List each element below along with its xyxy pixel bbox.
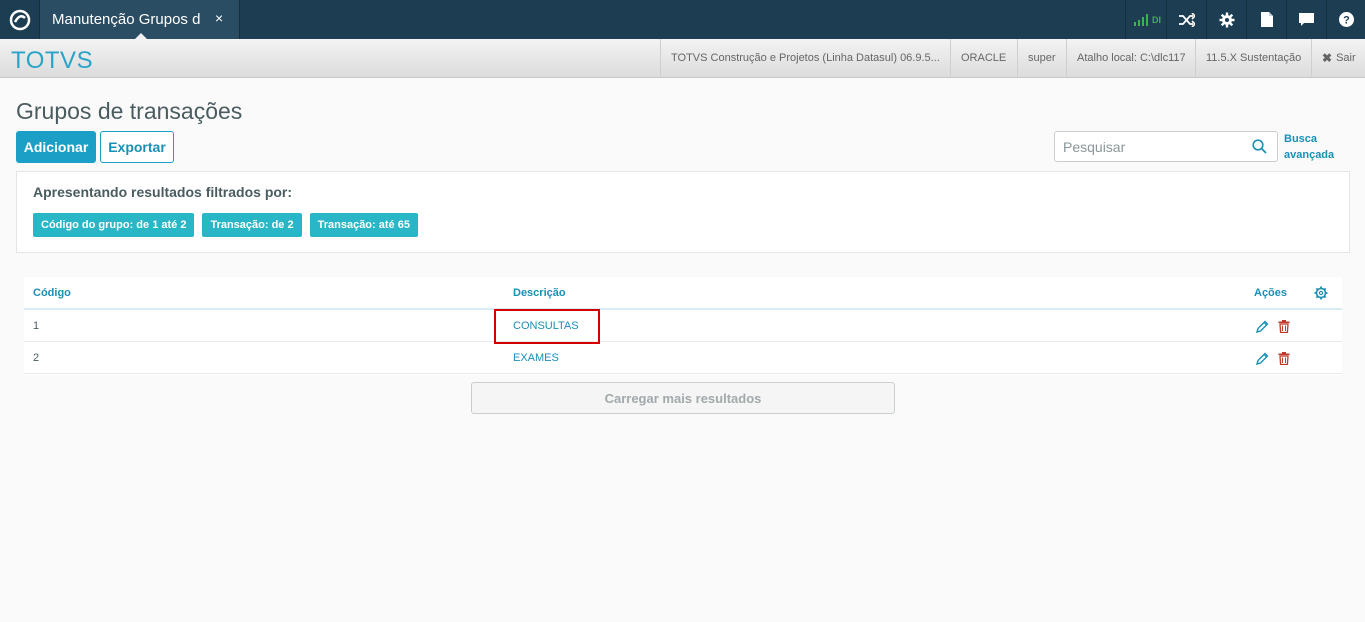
tab-manutencao-grupos[interactable]: Manutenção Grupos d × — [39, 0, 240, 40]
top-navigation-bar: Manutenção Grupos d × DI ? — [0, 0, 1365, 40]
filter-panel: Apresentando resultados filtrados por: C… — [16, 171, 1350, 253]
table-row[interactable]: 2 EXAMES — [24, 342, 1342, 374]
exit-button[interactable]: ✖ Sair — [1311, 39, 1365, 77]
help-icon[interactable]: ? — [1326, 0, 1365, 39]
totvs-logo-icon[interactable] — [0, 0, 39, 39]
delete-trash-icon[interactable] — [1276, 318, 1292, 334]
delete-trash-icon[interactable] — [1276, 350, 1292, 366]
connection-status[interactable]: DI — [1125, 0, 1169, 39]
highlight-box — [494, 309, 600, 344]
column-header-code[interactable]: Código — [33, 287, 71, 299]
brand-logo: TOTVS — [11, 47, 94, 74]
column-settings-gear-icon[interactable] — [1314, 286, 1328, 305]
close-icon: ✖ — [1322, 51, 1333, 65]
advanced-search-line2: avançada — [1284, 149, 1335, 161]
filter-chip[interactable]: Código do grupo: de 1 até 2 — [33, 213, 195, 237]
database-info: ORACLE — [950, 39, 1017, 77]
page-title: Grupos de transações — [16, 98, 243, 124]
svg-text:?: ? — [1343, 15, 1350, 27]
column-header-actions: Ações — [1254, 287, 1288, 299]
tab-close-icon[interactable]: × — [215, 10, 223, 26]
search-icon[interactable] — [1252, 139, 1267, 159]
version-info: 11.5.X Sustentação — [1195, 39, 1311, 77]
cell-code: 2 — [33, 352, 40, 364]
document-icon[interactable] — [1246, 0, 1286, 39]
filter-chips: Código do grupo: de 1 até 2 Transação: d… — [33, 213, 418, 237]
shuffle-icon[interactable] — [1166, 0, 1206, 39]
cell-code: 1 — [33, 320, 40, 332]
advanced-search-link[interactable]: Busca avançada — [1284, 131, 1344, 163]
user-info: super — [1017, 39, 1066, 77]
table-row[interactable]: 1 CONSULTAS — [24, 310, 1342, 342]
edit-pencil-icon[interactable] — [1254, 318, 1270, 334]
filter-chip[interactable]: Transação: de 2 — [202, 213, 302, 237]
results-table: Código Descrição Ações 1 CONSULTAS 2 EXA… — [24, 277, 1342, 375]
info-bar: TOTVS TOTVS Construção e Projetos (Linha… — [0, 39, 1365, 78]
export-button[interactable]: Exportar — [100, 131, 174, 163]
advanced-search-line1: Busca — [1284, 133, 1318, 145]
filter-label: Apresentando resultados filtrados por: — [33, 184, 293, 200]
product-info: TOTVS Construção e Projetos (Linha Datas… — [660, 39, 950, 77]
signal-label: DI — [1152, 14, 1161, 25]
tab-title: Manutenção Grupos d — [52, 11, 201, 28]
signal-icon — [1134, 13, 1148, 26]
edit-pencil-icon[interactable] — [1254, 350, 1270, 366]
add-button[interactable]: Adicionar — [16, 131, 96, 163]
shortcut-info: Atalho local: C:\dlc117 — [1066, 39, 1195, 77]
search-box — [1054, 131, 1278, 162]
chat-icon[interactable] — [1286, 0, 1326, 39]
exit-label: Sair — [1336, 52, 1356, 64]
load-more-button[interactable]: Carregar mais resultados — [471, 382, 895, 414]
filter-chip[interactable]: Transação: até 65 — [309, 213, 418, 237]
search-input[interactable] — [1063, 137, 1243, 157]
cell-description-link[interactable]: EXAMES — [513, 352, 559, 364]
gear-icon[interactable] — [1206, 0, 1246, 39]
column-header-description[interactable]: Descrição — [513, 287, 566, 299]
